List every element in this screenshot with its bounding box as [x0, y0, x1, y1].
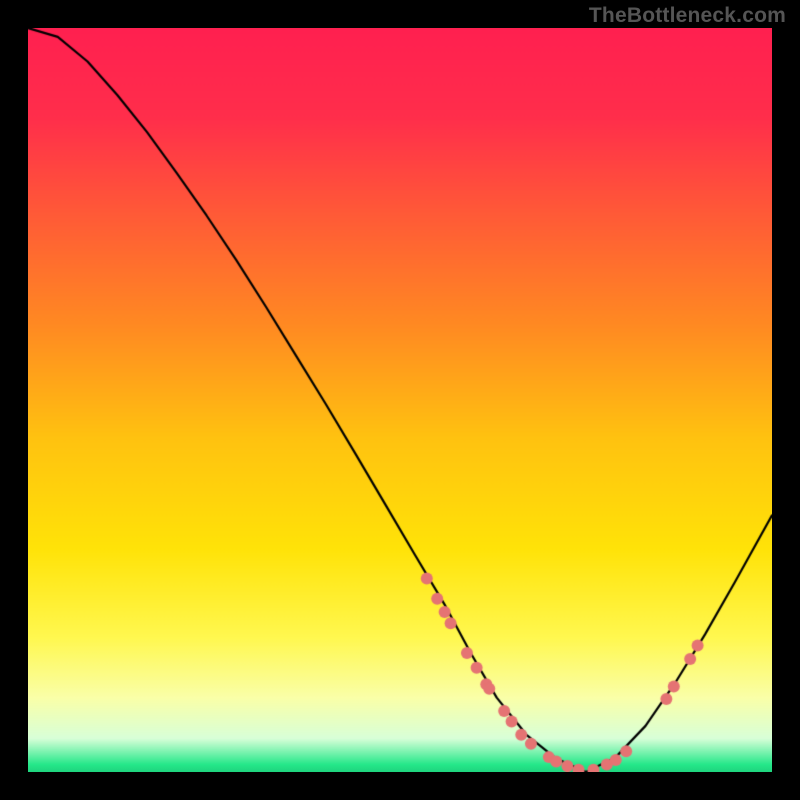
bottleneck-chart — [28, 28, 772, 772]
watermark-text: TheBottleneck.com — [589, 4, 786, 28]
